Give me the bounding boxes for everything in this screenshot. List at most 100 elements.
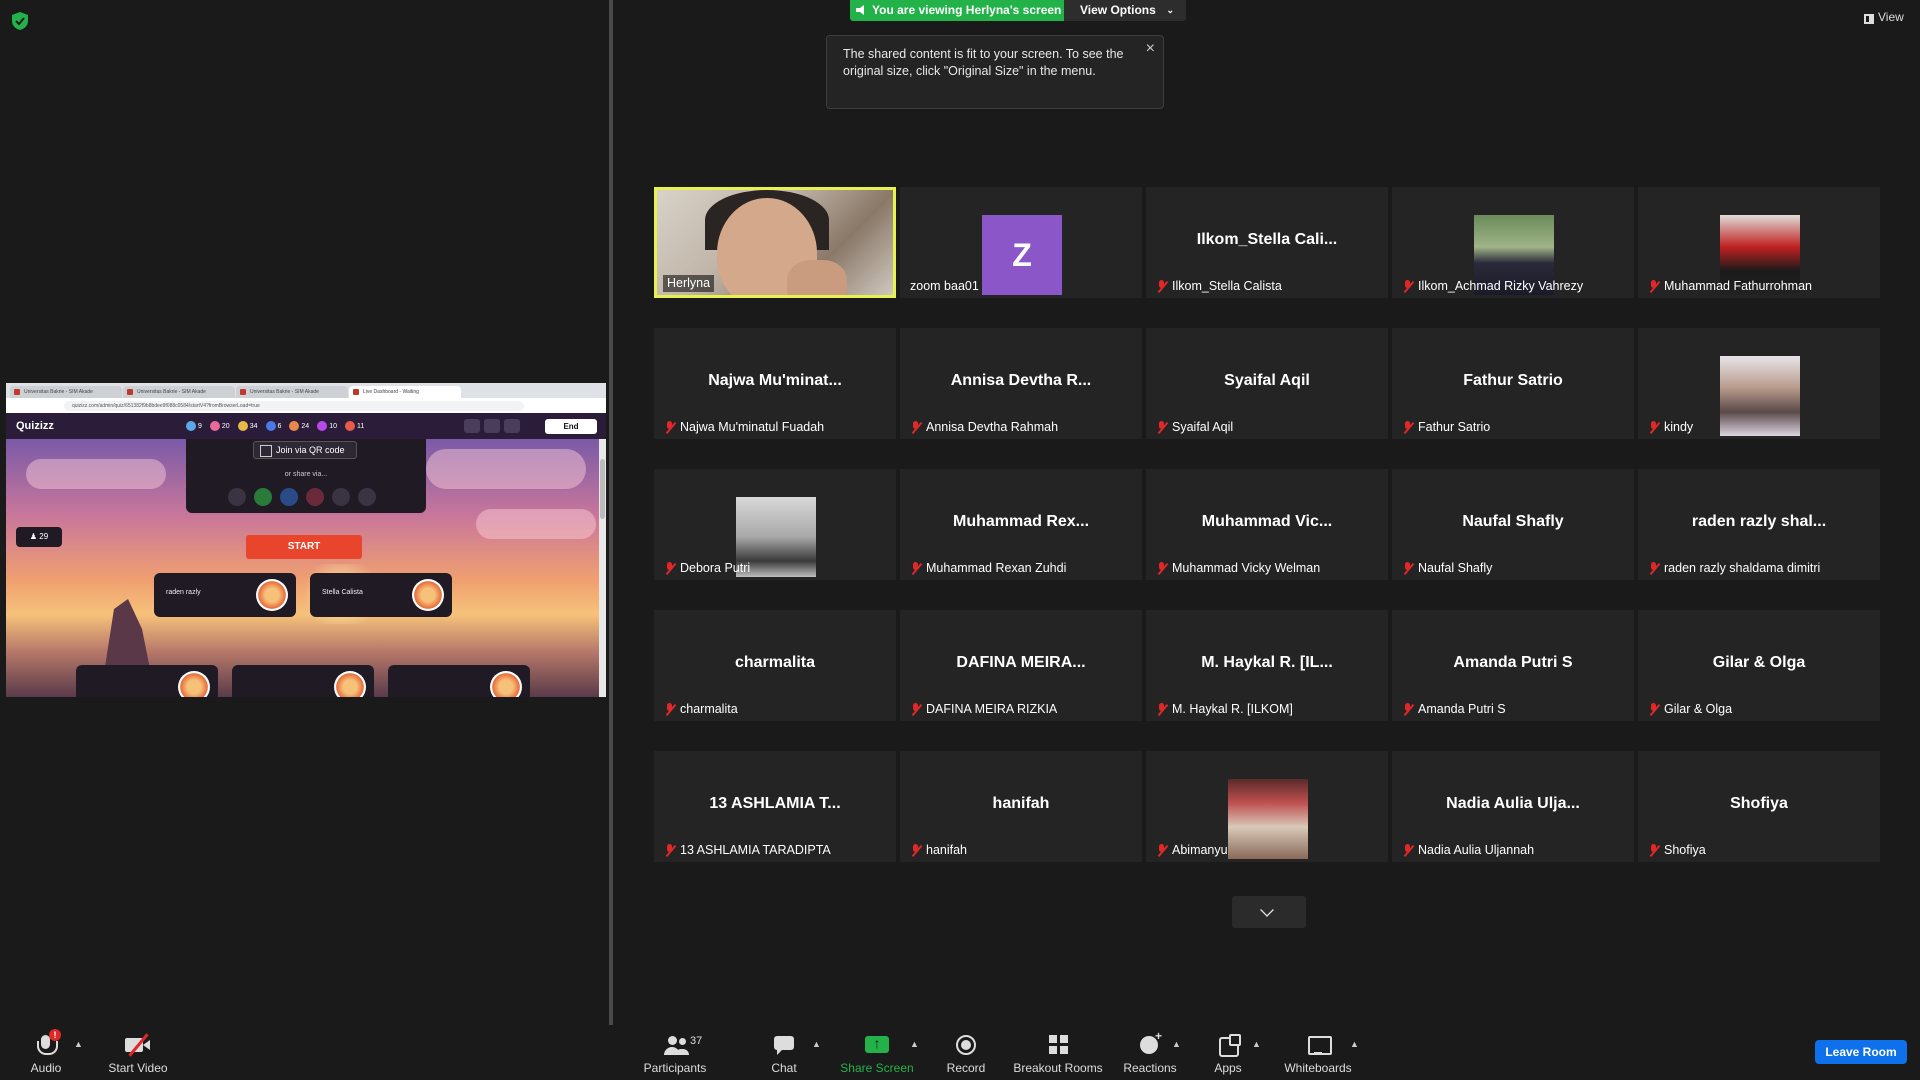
next-page-button[interactable] [1232, 896, 1306, 928]
participant-tile[interactable]: hanifah hanifah [900, 751, 1142, 862]
player-avatar [412, 579, 444, 611]
apps-caret-icon[interactable]: ▲ [1252, 1039, 1261, 1049]
link-icon[interactable] [228, 488, 246, 506]
shield-icon[interactable] [12, 12, 28, 30]
participant-tile[interactable]: Najwa Mu'minat... Najwa Mu'minatul Fuadah [654, 328, 896, 439]
settings-icon[interactable] [484, 419, 500, 433]
music-icon[interactable] [464, 419, 480, 433]
participant-tile[interactable]: Annisa Devtha R... Annisa Devtha Rahmah [900, 328, 1142, 439]
stat-item: 20 [209, 421, 230, 431]
start-button[interactable]: START [246, 535, 362, 559]
browser-tab[interactable]: Universitas Bakrie - SIM Akade [236, 386, 348, 398]
participant-photo [1720, 356, 1800, 436]
participant-tile[interactable]: Gilar & Olga Gilar & Olga [1638, 610, 1880, 721]
split-divider[interactable] [609, 0, 613, 1025]
url-field[interactable]: quizizz.com/admin/quiz/651382f9b8bdee9f0… [64, 400, 524, 411]
participant-display-name: DAFINA MEIRA... [956, 654, 1086, 671]
fit-screen-tooltip: The shared content is fit to your screen… [826, 35, 1164, 109]
participant-tile[interactable]: M. Haykal R. [IL... M. Haykal R. [ILKOM] [1146, 610, 1388, 721]
browser-tab-active[interactable]: Live Dashboard - Waiting [349, 386, 461, 398]
email-icon[interactable] [332, 488, 350, 506]
participant-name-label: Najwa Mu'minatul Fuadah [660, 419, 828, 436]
viewing-screen-badge: You are viewing Herlyna's screen [850, 0, 1064, 21]
participant-tile[interactable]: Ilkom_Stella Cali... Ilkom_Stella Calista [1146, 187, 1388, 298]
participant-tile[interactable]: Ilkom_Achmad Rizky Vahrezy [1392, 187, 1634, 298]
participant-name: Ilkom_Stella Calista [1172, 279, 1282, 293]
whiteboard-icon [1305, 1033, 1332, 1057]
fullscreen-icon[interactable] [504, 419, 520, 433]
participant-tile[interactable]: Debora Putri [654, 469, 896, 580]
audio-button[interactable]: ! Audio [26, 1029, 66, 1075]
participant-tile[interactable]: DAFINA MEIRA... DAFINA MEIRA RIZKIA [900, 610, 1142, 721]
view-button[interactable]: View [1862, 10, 1910, 28]
participant-tile[interactable]: Abimanyu [1146, 751, 1388, 862]
browser-tab[interactable]: Universitas Bakrie - SIM Akade [123, 386, 235, 398]
muted-mic-icon [1156, 562, 1168, 575]
shared-screen[interactable]: Universitas Bakrie - SIM Akade Universit… [6, 383, 606, 697]
whiteboards-button[interactable]: Whiteboards [1282, 1029, 1354, 1075]
participant-tile[interactable]: Muhammad Rex... Muhammad Rexan Zuhdi [900, 469, 1142, 580]
participant-name-label: Muhammad Rexan Zuhdi [906, 560, 1070, 577]
participant-tile[interactable]: Zzoom baa01 [900, 187, 1142, 298]
participant-name: Fathur Satrio [1418, 420, 1491, 434]
cloud-decoration [426, 449, 586, 489]
chat-caret-icon[interactable]: ▲ [812, 1039, 821, 1049]
apps-button[interactable]: Apps [1208, 1029, 1248, 1075]
participant-display-name: Muhammad Vic... [1201, 513, 1333, 530]
reactions-button[interactable]: Reactions [1122, 1029, 1178, 1075]
muted-mic-icon [1402, 703, 1414, 716]
record-button[interactable]: Record [942, 1029, 990, 1075]
join-qr-button[interactable]: Join via QR code [253, 441, 357, 459]
participant-tile[interactable]: Muhammad Fathurrohman [1638, 187, 1880, 298]
participant-tile[interactable]: Herlyna [654, 187, 896, 298]
classroom-icon[interactable] [254, 488, 272, 506]
scrollbar-thumb[interactable] [600, 459, 605, 519]
participant-tile[interactable]: Fathur Satrio Fathur Satrio [1392, 328, 1634, 439]
breakout-rooms-button[interactable]: Breakout Rooms [1012, 1029, 1104, 1075]
muted-mic-icon [1402, 844, 1414, 857]
participant-tile[interactable]: raden razly shal... raden razly shaldama … [1638, 469, 1880, 580]
muted-mic-icon [910, 844, 922, 857]
remind-icon[interactable] [306, 488, 324, 506]
participant-tile[interactable]: 13 ASHLAMIA T... 13 ASHLAMIA TARADIPTA [654, 751, 896, 862]
cloud-decoration [476, 509, 596, 539]
participant-display-name: charmalita [734, 654, 816, 671]
share-screen-button[interactable]: Share Screen [840, 1029, 914, 1075]
share-caret-icon[interactable]: ▲ [910, 1039, 919, 1049]
view-options-button[interactable]: View Options ⌄ [1064, 0, 1186, 21]
zoom-window: Universitas Bakrie - SIM Akade Universit… [0, 0, 1920, 1080]
cloud-decoration [26, 459, 166, 489]
participant-name: Najwa Mu'minatul Fuadah [680, 420, 825, 434]
quizizz-tools [464, 419, 520, 433]
player-card: Stella Calista [310, 573, 452, 617]
participant-tile[interactable]: Amanda Putri S Amanda Putri S [1392, 610, 1634, 721]
leave-room-button[interactable]: Leave Room [1815, 1040, 1907, 1064]
participant-name-label: Gilar & Olga [1644, 701, 1736, 718]
participant-tile[interactable]: Shofiya Shofiya [1638, 751, 1880, 862]
browser-tab-bar: Universitas Bakrie - SIM Akade Universit… [6, 383, 606, 398]
whiteboards-caret-icon[interactable]: ▲ [1350, 1039, 1359, 1049]
close-icon[interactable]: × [1146, 40, 1155, 57]
record-icon [953, 1033, 979, 1057]
participant-tile[interactable]: Muhammad Vic... Muhammad Vicky Welman [1146, 469, 1388, 580]
participant-tile[interactable]: charmalita charmalita [654, 610, 896, 721]
player-avatar [178, 671, 210, 697]
participant-tile[interactable]: Syaifal Aqil Syaifal Aqil [1146, 328, 1388, 439]
chat-button[interactable]: Chat [762, 1029, 806, 1075]
teams-icon[interactable] [280, 488, 298, 506]
muted-mic-icon [664, 421, 676, 434]
end-button[interactable]: End [545, 419, 597, 434]
participant-name-label: Debora Putri [660, 560, 754, 577]
participant-tile[interactable]: kindy [1638, 328, 1880, 439]
participant-name: Ilkom_Achmad Rizky Vahrezy [1418, 279, 1584, 293]
shared-screen-pane: Universitas Bakrie - SIM Akade Universit… [0, 0, 610, 1025]
start-video-button[interactable]: Start Video [104, 1029, 172, 1075]
reactions-caret-icon[interactable]: ▲ [1172, 1039, 1181, 1049]
shared-scrollbar[interactable] [599, 439, 606, 697]
more-icon[interactable] [358, 488, 376, 506]
participant-name: raden razly shaldama dimitri [1664, 561, 1821, 575]
participant-tile[interactable]: Naufal Shafly Naufal Shafly [1392, 469, 1634, 580]
audio-caret-icon[interactable]: ▲ [74, 1039, 83, 1049]
browser-tab[interactable]: Universitas Bakrie - SIM Akade [10, 386, 122, 398]
participant-tile[interactable]: Nadia Aulia Ulja... Nadia Aulia Uljannah [1392, 751, 1634, 862]
